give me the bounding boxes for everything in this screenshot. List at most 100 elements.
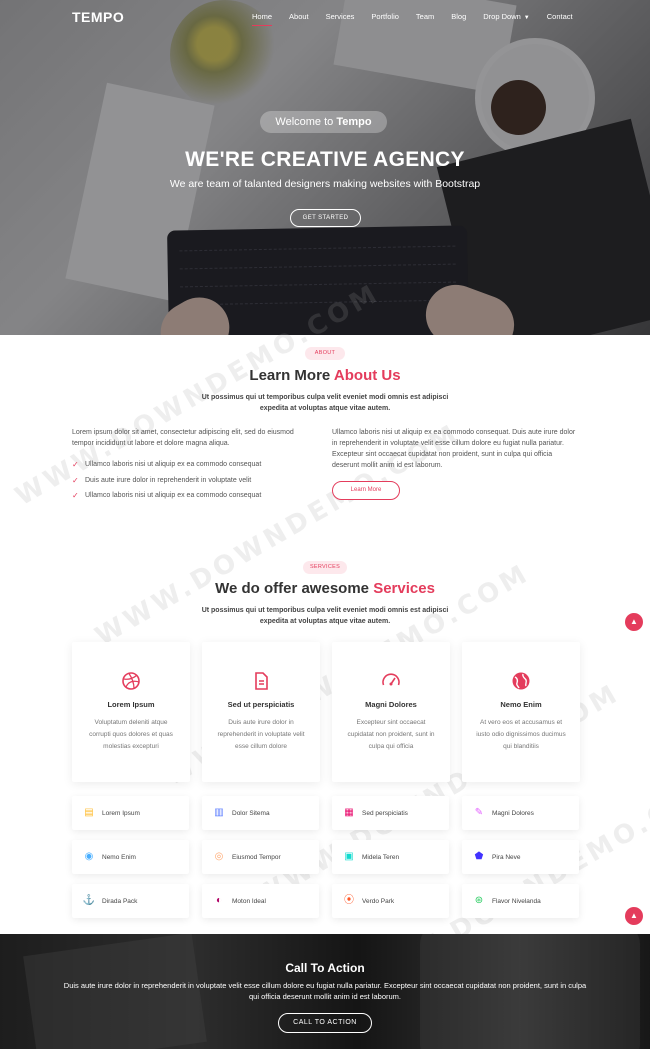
chevron-down-icon: ▼: [523, 15, 530, 21]
feature-label: Pira Neve: [492, 853, 521, 861]
feature-box[interactable]: ⊛ Flavor Nivelanda: [462, 884, 579, 918]
feature-box[interactable]: ▦ Sed perspiciatis: [332, 796, 449, 830]
feature-box[interactable]: ⬟ Pira Neve: [462, 840, 579, 874]
service-card-title: Magni Dolores: [365, 700, 417, 709]
file-icon: [255, 672, 268, 690]
feature-box[interactable]: ◉ Nemo Enim: [72, 840, 189, 874]
calendar-icon: ▦: [344, 807, 354, 818]
services-title-accent: Services: [373, 580, 435, 597]
service-card-desc: Duis aute irure dolor in reprehenderit i…: [217, 719, 305, 750]
list-item-text: Duis aute irure dolor in reprehenderit i…: [85, 476, 252, 484]
feature-label: Flavor Nivelanda: [492, 897, 541, 905]
back-to-top-button[interactable]: ▲: [625, 907, 643, 925]
brand-logo[interactable]: TEMPO: [72, 9, 124, 25]
about-title-plain: Learn More: [249, 367, 331, 384]
about-title: Learn More About Us: [0, 367, 650, 384]
list-item-text: Ullamco laboris nisi ut aliquip ex ea co…: [85, 492, 262, 500]
services-title: We do offer awesome Services: [0, 580, 650, 597]
service-card-title: Sed ut perspiciatis: [227, 700, 295, 709]
feature-box[interactable]: ▥ Dolor Sitema: [202, 796, 319, 830]
cta-title: Call To Action: [285, 961, 365, 975]
hero-subtitle: We are team of talanted designers making…: [169, 178, 481, 190]
back-to-top-button[interactable]: ▲: [625, 613, 643, 631]
learn-more-button[interactable]: Learn More: [332, 481, 400, 500]
about-left-text: Lorem ipsum dolor sit amet, consectetur …: [72, 429, 294, 447]
arrow-up-icon: ▲: [630, 911, 638, 920]
service-card[interactable]: Magni Dolores Excepteur sint occaecat cu…: [332, 642, 450, 782]
nav-services[interactable]: Services: [326, 12, 355, 21]
check-icon: ✓: [72, 475, 79, 485]
nav-contact[interactable]: Contact: [547, 12, 573, 21]
about-list: ✓ Ullamco laboris nisi ut aliquip ex ea c…: [72, 457, 317, 504]
service-card-title: Nemo Enim: [500, 700, 542, 709]
service-card-desc: At vero eos et accusamus et iusto odio d…: [476, 719, 566, 750]
price-tag-icon: ⬟: [474, 851, 484, 862]
services-tag: SERVICES: [303, 561, 347, 574]
paint-brush-icon: ✎: [474, 807, 484, 818]
about-subtitle: Ut possimus qui ut temporibus culpa veli…: [201, 394, 449, 412]
page: TEMPO Home About Services Portfolio Team…: [0, 0, 650, 1049]
main-nav: Home About Services Portfolio Team Blog …: [252, 12, 590, 26]
feature-box[interactable]: ⦿ Verdo Park: [332, 884, 449, 918]
feature-box[interactable]: ▣ Midela Teren: [332, 840, 449, 874]
welcome-prefix: Welcome to: [275, 116, 334, 128]
gradienter-icon: ◎: [214, 851, 224, 862]
feature-label: Sed perspiciatis: [362, 809, 408, 817]
service-card-desc: Voluptatum deleniti atque corrupti quos …: [89, 719, 173, 750]
base-station-icon: ⦿: [344, 895, 354, 906]
hero-section: TEMPO Home About Services Portfolio Team…: [0, 0, 650, 335]
feature-label: Dolor Sitema: [232, 809, 270, 817]
feature-label: Magni Dolores: [492, 809, 534, 817]
check-icon: ✓: [72, 460, 79, 470]
call-to-action-button[interactable]: CALL TO ACTION: [278, 1013, 372, 1033]
welcome-brand: Tempo: [336, 116, 372, 128]
file-list-icon: ▣: [344, 851, 354, 862]
hero-title: WE'RE CREATIVE AGENCY: [185, 148, 465, 171]
services-subtitle: Ut possimus qui ut temporibus culpa veli…: [201, 607, 449, 625]
globe-icon: [512, 672, 530, 690]
nav-team[interactable]: Team: [416, 12, 434, 21]
feature-label: Lorem Ipsum: [102, 809, 140, 817]
list-item: ✓ Ullamco laboris nisi ut aliquip ex ea c…: [72, 457, 317, 473]
feature-label: Midela Teren: [362, 853, 400, 861]
services-title-plain: We do offer awesome: [215, 580, 370, 597]
service-card[interactable]: Sed ut perspiciatis Duis aute irure dolo…: [202, 642, 320, 782]
service-card-title: Lorem Ipsum: [107, 700, 155, 709]
feature-label: Dirada Pack: [102, 897, 138, 905]
nav-about[interactable]: About: [289, 12, 309, 21]
feature-box[interactable]: ✎ Magni Dolores: [462, 796, 579, 830]
disc-icon: ◐: [215, 895, 223, 906]
list-item: ✓ Ullamco laboris nisi ut aliquip ex ea c…: [72, 488, 317, 504]
fingerprint-icon: ⊛: [474, 895, 484, 906]
nav-home[interactable]: Home: [252, 12, 273, 26]
feature-label: Eiusmod Tempor: [232, 853, 281, 861]
feature-label: Moton Ideal: [232, 897, 266, 905]
anchor-icon: ⚓: [82, 895, 96, 906]
service-card-desc: Excepteur sint occaecat cupidatat non pr…: [347, 719, 435, 750]
bar-chart-icon: ▥: [214, 807, 224, 818]
service-card[interactable]: Nemo Enim At vero eos et accusamus et iu…: [462, 642, 580, 782]
list-item: ✓ Duis aute irure dolor in reprehenderit …: [72, 473, 317, 489]
dribbble-icon: [122, 672, 140, 690]
nav-blog[interactable]: Blog: [451, 12, 466, 21]
get-started-button[interactable]: GET STARTED: [290, 209, 361, 227]
feature-box[interactable]: ▤ Lorem Ipsum: [72, 796, 189, 830]
cta-text: Duis aute irure dolor in reprehenderit i…: [63, 981, 587, 1001]
about-title-accent: About Us: [333, 367, 401, 384]
check-icon: ✓: [72, 491, 79, 501]
database-icon: ◉: [84, 851, 94, 862]
nav-dropdown[interactable]: Drop Down ▼: [483, 12, 529, 21]
arrow-up-icon: ▲: [630, 617, 638, 626]
tachometer-icon: [382, 673, 400, 686]
about-tag: ABOUT: [305, 347, 345, 360]
nav-dropdown-label: Drop Down: [483, 12, 521, 21]
about-right-text: Ullamco laboris nisi ut aliquip ex ea co…: [332, 429, 576, 469]
feature-label: Nemo Enim: [102, 853, 136, 861]
feature-label: Verdo Park: [362, 897, 395, 905]
feature-box[interactable]: ◐ Moton Ideal: [202, 884, 319, 918]
service-card[interactable]: Lorem Ipsum Voluptatum deleniti atque co…: [72, 642, 190, 782]
feature-box[interactable]: ◎ Eiusmod Tempor: [202, 840, 319, 874]
nav-portfolio[interactable]: Portfolio: [371, 12, 399, 21]
list-item-text: Ullamco laboris nisi ut aliquip ex ea co…: [85, 461, 262, 469]
feature-box[interactable]: ⚓ Dirada Pack: [72, 884, 189, 918]
